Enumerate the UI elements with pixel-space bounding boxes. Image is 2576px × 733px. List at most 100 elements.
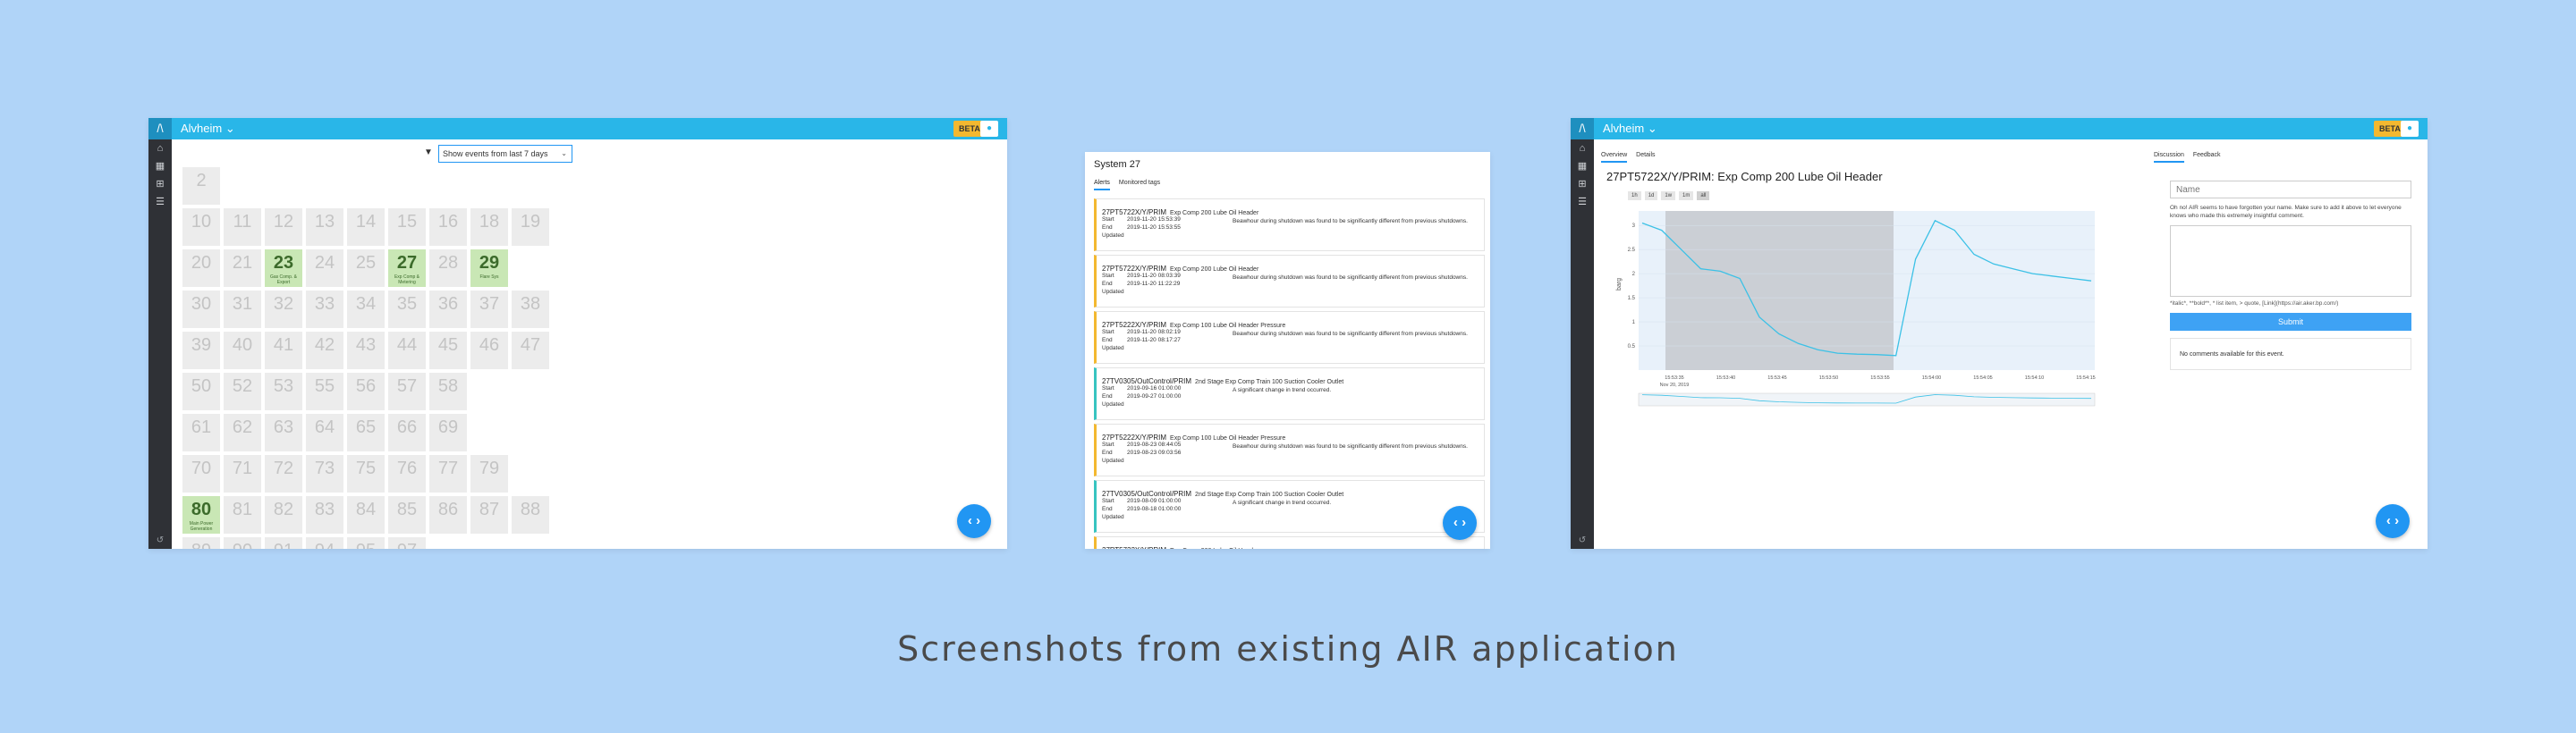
system-cell[interactable]: 58 xyxy=(429,373,467,410)
system-cell[interactable]: 53 xyxy=(265,373,302,410)
system-cell[interactable]: 50 xyxy=(182,373,220,410)
system-cell[interactable]: 81 xyxy=(224,496,261,534)
system-cell[interactable]: 43 xyxy=(347,332,385,369)
name-input[interactable] xyxy=(2170,181,2411,198)
system-cell[interactable]: 52 xyxy=(224,373,261,410)
system-cell[interactable]: 34 xyxy=(347,291,385,328)
nav-fab-button[interactable]: ‹ › xyxy=(1443,506,1477,540)
home-icon[interactable]: ⌂ xyxy=(148,139,172,157)
system-cell[interactable]: 63 xyxy=(265,414,302,451)
user-icon[interactable]: ● xyxy=(2401,121,2419,137)
system-cell[interactable]: 12 xyxy=(265,208,302,246)
range-1w-button[interactable]: 1w xyxy=(1661,191,1676,200)
system-cell[interactable]: 94 xyxy=(306,537,343,549)
alert-card[interactable]: 27TV0305/OutControl/PRIM 2nd Stage Exp Co… xyxy=(1094,367,1485,420)
system-cell[interactable]: 73 xyxy=(306,455,343,493)
user-icon[interactable]: ● xyxy=(980,121,998,137)
system-cell[interactable]: 36 xyxy=(429,291,467,328)
logo-icon[interactable]: /\ xyxy=(1571,118,1594,139)
system-cell[interactable]: 89 xyxy=(182,537,220,549)
system-cell[interactable]: 23 Gas Comp. & Export xyxy=(265,249,302,287)
system-cell[interactable]: 70 xyxy=(182,455,220,493)
system-cell[interactable]: 80 Main Power Generation xyxy=(182,496,220,534)
submit-button[interactable]: Submit xyxy=(2170,313,2411,331)
add-icon[interactable]: ⊞ xyxy=(148,175,172,193)
system-cell[interactable]: 66 xyxy=(388,414,426,451)
system-cell[interactable]: 37 xyxy=(470,291,508,328)
comment-textarea[interactable] xyxy=(2170,225,2411,297)
system-cell[interactable]: 24 xyxy=(306,249,343,287)
system-cell[interactable]: 44 xyxy=(388,332,426,369)
system-cell[interactable]: 84 xyxy=(347,496,385,534)
system-cell[interactable]: 47 xyxy=(512,332,549,369)
system-cell[interactable]: 75 xyxy=(347,455,385,493)
logo-icon[interactable]: /\ xyxy=(148,118,172,139)
system-cell[interactable]: 79 xyxy=(470,455,508,493)
alert-card[interactable]: 27PT5722X/Y/PRIMExp Comp 200 Lube Oil He… xyxy=(1094,255,1485,308)
system-cell[interactable]: 13 xyxy=(306,208,343,246)
tab-overview[interactable]: Overview xyxy=(1601,152,1628,163)
system-cell[interactable]: 20 xyxy=(182,249,220,287)
system-cell[interactable]: 76 xyxy=(388,455,426,493)
system-cell[interactable]: 29 Flare Sys xyxy=(470,249,508,287)
system-cell[interactable]: 14 xyxy=(347,208,385,246)
system-cell[interactable]: 62 xyxy=(224,414,261,451)
range-1m-button[interactable]: 1m xyxy=(1679,191,1694,200)
system-cell[interactable]: 86 xyxy=(429,496,467,534)
range-all-button[interactable]: all xyxy=(1697,191,1710,200)
system-cell[interactable]: 42 xyxy=(306,332,343,369)
system-cell[interactable]: 25 xyxy=(347,249,385,287)
system-cell[interactable]: 77 xyxy=(429,455,467,493)
tab-feedback[interactable]: Feedback xyxy=(2193,152,2221,161)
range-1h-button[interactable]: 1h xyxy=(1628,191,1641,200)
alert-card[interactable]: 27PT5722X/Y/PRIMExp Comp 200 Lube Oil He… xyxy=(1094,198,1485,251)
system-cell[interactable]: 33 xyxy=(306,291,343,328)
system-cell[interactable]: 2 xyxy=(182,167,220,205)
system-cell[interactable]: 41 xyxy=(265,332,302,369)
system-cell[interactable]: 46 xyxy=(470,332,508,369)
system-cell[interactable]: 40 xyxy=(224,332,261,369)
system-cell[interactable]: 91 xyxy=(265,537,302,549)
system-cell[interactable]: 28 xyxy=(429,249,467,287)
system-cell[interactable]: 16 xyxy=(429,208,467,246)
sensor-line-chart[interactable]: 0.5 1 1.5 2 2.5 3 barg 15:53:35 15:53:40 15:53:45… xyxy=(1614,202,2106,408)
system-cell[interactable]: 61 xyxy=(182,414,220,451)
system-cell[interactable]: 65 xyxy=(347,414,385,451)
collapse-icon[interactable]: ↺ xyxy=(1571,535,1594,545)
system-cell[interactable]: 88 xyxy=(512,496,549,534)
system-cell[interactable]: 39 xyxy=(182,332,220,369)
system-cell[interactable]: 10 xyxy=(182,208,220,246)
system-cell[interactable]: 87 xyxy=(470,496,508,534)
system-cell[interactable]: 90 xyxy=(224,537,261,549)
system-cell[interactable]: 32 xyxy=(265,291,302,328)
list-icon[interactable]: ☰ xyxy=(148,193,172,211)
system-cell[interactable]: 56 xyxy=(347,373,385,410)
nav-fab-button[interactable]: ‹ › xyxy=(957,504,991,538)
tab-alerts[interactable]: Alerts xyxy=(1094,180,1110,190)
system-cell[interactable]: 72 xyxy=(265,455,302,493)
system-cell[interactable]: 38 xyxy=(512,291,549,328)
calendar-icon[interactable]: ▦ xyxy=(148,157,172,175)
system-cell[interactable]: 71 xyxy=(224,455,261,493)
alert-card[interactable]: 27TV0305/OutControl/PRIM 2nd Stage Exp Co… xyxy=(1094,480,1485,533)
alert-card[interactable]: 27PT5222X/Y/PRIM Exp Comp 100 Lube Oil He… xyxy=(1094,311,1485,364)
system-cell[interactable]: 11 xyxy=(224,208,261,246)
system-cell[interactable]: 35 xyxy=(388,291,426,328)
nav-fab-button[interactable]: ‹ › xyxy=(2376,504,2410,538)
tab-monitored-tags[interactable]: Monitored tags xyxy=(1119,180,1160,189)
system-cell[interactable]: 82 xyxy=(265,496,302,534)
tab-details[interactable]: Details xyxy=(1636,152,1655,161)
home-icon[interactable]: ⌂ xyxy=(1571,139,1594,157)
event-filter-select[interactable]: Show events from last 7 days ⌄ xyxy=(438,145,572,163)
list-icon[interactable]: ☰ xyxy=(1571,193,1594,211)
system-cell[interactable]: 69 xyxy=(429,414,467,451)
system-cell[interactable]: 31 xyxy=(224,291,261,328)
system-cell[interactable]: 15 xyxy=(388,208,426,246)
system-cell[interactable]: 57 xyxy=(388,373,426,410)
app-title[interactable]: Alvheim ⌄ xyxy=(181,122,235,136)
alert-card[interactable]: 27PT5722X/Y/PRIMExp Comp 200 Lube Oil He… xyxy=(1094,536,1485,549)
system-cell[interactable]: 95 xyxy=(347,537,385,549)
collapse-icon[interactable]: ↺ xyxy=(148,535,172,545)
add-icon[interactable]: ⊞ xyxy=(1571,175,1594,193)
system-cell[interactable]: 45 xyxy=(429,332,467,369)
